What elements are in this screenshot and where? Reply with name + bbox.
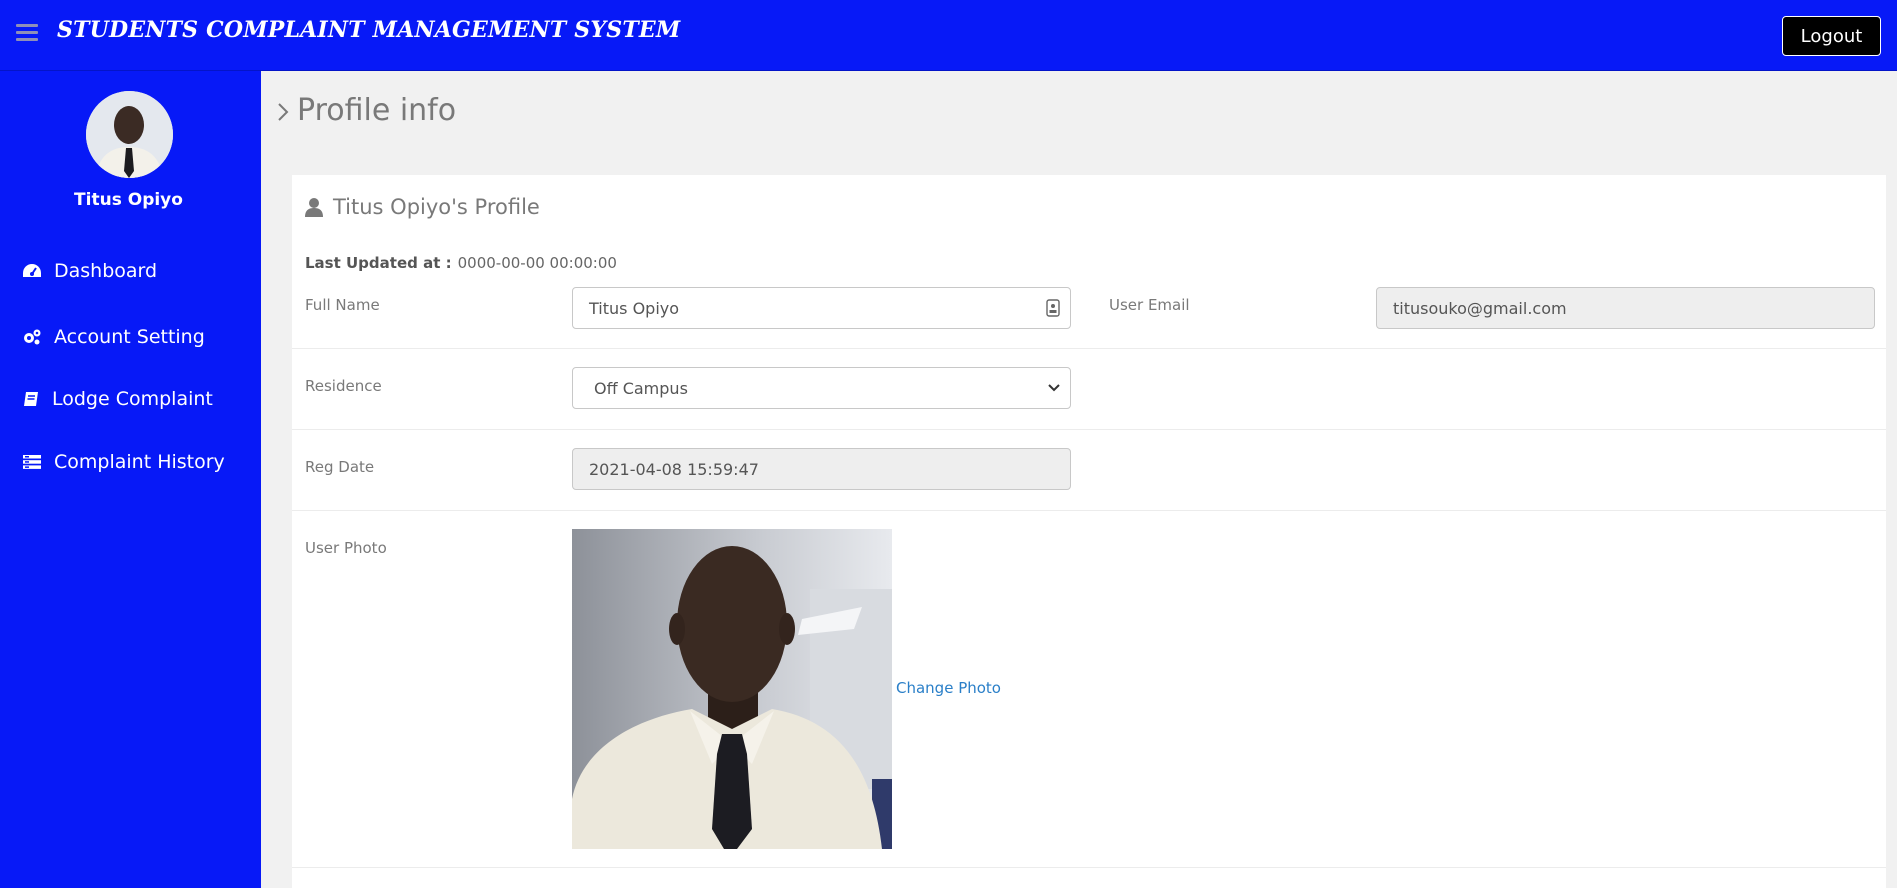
menu-toggle-icon[interactable]	[16, 24, 38, 42]
full-name-value: Titus Opiyo	[589, 298, 680, 318]
sidebar-item-account-setting[interactable]: Account Setting	[22, 322, 205, 352]
sidebar-item-label: Complaint History	[54, 451, 225, 473]
app-title: STUDENTS COMPLAINT MANAGEMENT SYSTEM	[57, 17, 681, 43]
last-updated: Last Updated at : 0000-00-00 00:00:00	[305, 254, 617, 272]
user-email-field[interactable]: titusouko@gmail.com	[1376, 287, 1875, 329]
sidebar-item-label: Dashboard	[54, 260, 158, 282]
gears-icon	[24, 329, 41, 345]
user-email-label: User Email	[1109, 296, 1190, 314]
sidebar-user-name: Titus Opiyo	[74, 190, 183, 210]
sidebar-item-complaint-history[interactable]: Complaint History	[22, 447, 225, 477]
change-photo-link[interactable]: Change Photo	[896, 679, 1001, 697]
row-divider	[292, 510, 1886, 511]
contact-card-icon	[1046, 299, 1060, 317]
sidebar-item-dashboard[interactable]: Dashboard	[22, 256, 157, 286]
chevron-down-icon	[1048, 384, 1060, 392]
last-updated-label: Last Updated at :	[305, 254, 452, 272]
profile-panel: Titus Opiyo's Profile Last Updated at : 0…	[292, 175, 1886, 888]
book-icon	[24, 392, 38, 406]
reg-date-label: Reg Date	[305, 458, 375, 476]
page-title: Profile info	[297, 93, 457, 128]
logout-button[interactable]: Logout	[1782, 16, 1881, 56]
breadcrumb: Profile info	[277, 93, 456, 128]
residence-value: Off Campus	[594, 378, 688, 398]
list-icon	[23, 455, 41, 469]
sidebar: Titus Opiyo Dashboard Account Setting Lo…	[0, 71, 261, 888]
row-divider	[292, 429, 1886, 430]
sidebar-item-label: Lodge Complaint	[52, 388, 213, 410]
user-photo	[572, 529, 892, 849]
user-icon	[305, 198, 323, 217]
full-name-field[interactable]: Titus Opiyo	[572, 287, 1071, 329]
chevron-right-icon	[278, 102, 289, 121]
user-photo-label: User Photo	[305, 539, 387, 557]
reg-date-field[interactable]: 2021-04-08 15:59:47	[572, 448, 1071, 490]
sidebar-item-lodge-complaint[interactable]: Lodge Complaint	[22, 384, 213, 414]
last-updated-value: 0000-00-00 00:00:00	[457, 254, 617, 272]
row-divider	[292, 867, 1886, 868]
user-email-value: titusouko@gmail.com	[1393, 298, 1567, 318]
reg-date-value: 2021-04-08 15:59:47	[589, 459, 759, 479]
residence-label: Residence	[305, 377, 382, 395]
row-divider	[292, 348, 1886, 349]
full-name-label: Full Name	[305, 296, 380, 314]
top-header: STUDENTS COMPLAINT MANAGEMENT SYSTEM Log…	[0, 0, 1897, 71]
residence-select[interactable]: Off Campus	[572, 367, 1071, 409]
panel-title-text: Titus Opiyo's Profile	[333, 195, 540, 219]
avatar	[86, 91, 173, 178]
dashboard-icon	[23, 264, 41, 277]
sidebar-item-label: Account Setting	[54, 326, 205, 348]
panel-title: Titus Opiyo's Profile	[305, 195, 540, 219]
